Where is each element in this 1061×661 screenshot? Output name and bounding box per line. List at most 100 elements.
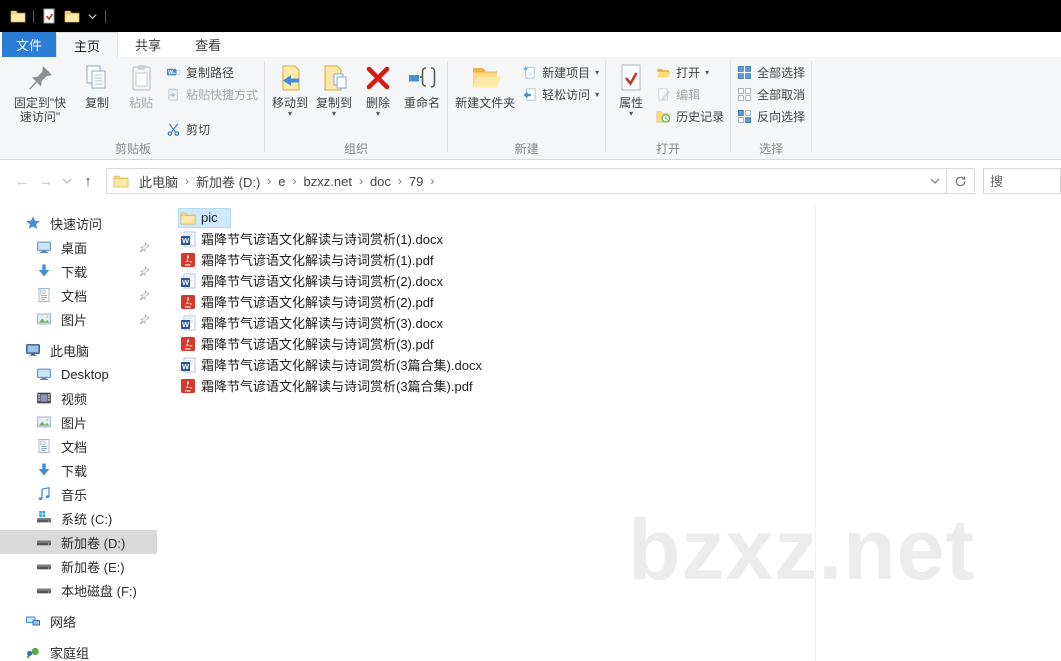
- search-input[interactable]: [983, 168, 1061, 194]
- new-item-button[interactable]: 新建项目 ▾: [522, 64, 599, 81]
- address-dropdown-chevron-icon[interactable]: [928, 175, 942, 187]
- system-drive-icon: [36, 510, 52, 526]
- invert-selection-button[interactable]: 反向选择: [737, 108, 805, 125]
- cut-button[interactable]: 剪切: [166, 121, 258, 138]
- downloads-icon: [36, 462, 52, 478]
- file-row[interactable]: W 霜降节气谚语文化解读与诗词赏析(3篇合集).docx: [178, 354, 1061, 375]
- select-none-button[interactable]: 全部取消: [737, 86, 805, 103]
- back-icon[interactable]: ←: [10, 173, 34, 190]
- sidebar-item[interactable]: 音乐: [0, 482, 157, 506]
- sidebar-item[interactable]: 新加卷 (D:): [0, 530, 157, 554]
- new-folder-button[interactable]: 新建文件夹: [451, 58, 519, 110]
- breadcrumb-item[interactable]: 79: [405, 174, 427, 189]
- rename-button[interactable]: 重命名: [400, 58, 444, 110]
- folder-icon[interactable]: [64, 8, 80, 24]
- dropdown-caret-icon: ▾: [288, 109, 293, 118]
- file-row[interactable]: W 霜降节气谚语文化解读与诗词赏析(3).docx: [178, 312, 1061, 333]
- forward-icon[interactable]: →: [34, 173, 58, 190]
- ribbon-small-stack: 全部选择全部取消反向选择: [734, 58, 808, 125]
- svg-text:W: W: [182, 277, 190, 286]
- breadcrumb-separator-icon[interactable]: ›: [395, 174, 405, 188]
- tab-2[interactable]: 查看: [178, 32, 238, 57]
- breadcrumb[interactable]: 此电脑 › 新加卷 (D:) › e › bzxz.net › doc › 79 ›: [106, 168, 947, 194]
- sidebar-item[interactable]: 网络: [0, 609, 157, 633]
- file-row[interactable]: W 霜降节气谚语文化解读与诗词赏析(2).docx: [178, 270, 1061, 291]
- sidebar-item[interactable]: 视频: [0, 386, 157, 410]
- sidebar-item[interactable]: 下载: [0, 259, 157, 283]
- breadcrumb-separator-icon[interactable]: ›: [264, 174, 274, 188]
- folder-icon[interactable]: [10, 8, 26, 24]
- file-menu-button[interactable]: 文件: [2, 32, 56, 57]
- paste-button[interactable]: 粘贴: [119, 58, 163, 110]
- sidebar-item-label: 图片: [61, 312, 88, 328]
- copy-to-icon: [318, 62, 350, 94]
- move-to-button[interactable]: 移动到 ▾: [268, 58, 312, 118]
- tab-0[interactable]: 主页: [56, 32, 119, 57]
- file-row[interactable]: PDF 霜降节气谚语文化解读与诗词赏析(3篇合集).pdf: [178, 375, 1061, 396]
- file-row[interactable]: W 霜降节气谚语文化解读与诗词赏析(1).docx: [178, 228, 1061, 249]
- pin-large-button[interactable]: 固定到"快速访问": [5, 58, 75, 124]
- edit-button[interactable]: 编辑: [656, 86, 724, 103]
- paste-icon: [125, 62, 157, 94]
- properties-button[interactable]: 属性 ▾: [609, 58, 653, 118]
- sidebar-item[interactable]: 文档: [0, 434, 157, 458]
- paste-shortcut-button[interactable]: 粘贴快捷方式: [166, 86, 258, 103]
- sidebar-item[interactable]: 家庭组: [0, 640, 157, 661]
- sidebar-item[interactable]: 快速访问: [0, 211, 157, 235]
- breadcrumb-separator-icon[interactable]: ›: [427, 174, 437, 188]
- properties-icon: [615, 62, 647, 94]
- file-row[interactable]: PDF 霜降节气谚语文化解读与诗词赏析(3).pdf: [178, 333, 1061, 354]
- sidebar-item-label: 本地磁盘 (F:): [61, 583, 137, 599]
- ribbon-group: 移动到 ▾ 复制到 ▾ 删除 ▾ 重命名 组织: [265, 57, 447, 159]
- sidebar-item[interactable]: 文档: [0, 283, 157, 307]
- breadcrumb-separator-icon[interactable]: ›: [182, 174, 192, 188]
- refresh-button[interactable]: [947, 168, 975, 194]
- breadcrumb-separator-icon[interactable]: ›: [356, 174, 366, 188]
- delete-button[interactable]: 删除 ▾: [356, 58, 400, 118]
- file-row[interactable]: pic: [178, 207, 1061, 228]
- chevron-down-icon[interactable]: [87, 11, 98, 22]
- downloads-icon: [36, 263, 52, 279]
- button-label: 移动到: [272, 96, 309, 110]
- select-all-button[interactable]: 全部选择: [737, 64, 805, 81]
- sidebar-item[interactable]: Desktop: [0, 362, 157, 386]
- breadcrumb-item[interactable]: 此电脑: [135, 172, 182, 191]
- tab-1[interactable]: 共享: [118, 32, 178, 57]
- rename-icon: [406, 62, 438, 94]
- copy-path-button[interactable]: W 复制路径: [166, 64, 258, 81]
- file-row[interactable]: PDF 霜降节气谚语文化解读与诗词赏析(2).pdf: [178, 291, 1061, 312]
- sidebar-item[interactable]: 图片: [0, 307, 157, 331]
- copy-button[interactable]: 复制: [75, 58, 119, 110]
- ribbon-group: 新建文件夹 新建项目 ▾ 轻松访问 ▾ 新建: [448, 57, 605, 159]
- sidebar-item[interactable]: 系统 (C:): [0, 506, 157, 530]
- sidebar-item[interactable]: 本地磁盘 (F:): [0, 578, 157, 602]
- easy-access-button[interactable]: 轻松访问 ▾: [522, 86, 599, 103]
- breadcrumb-separator-icon[interactable]: ›: [290, 174, 300, 188]
- videos-icon: [36, 390, 52, 406]
- breadcrumb-item[interactable]: doc: [366, 174, 395, 189]
- sidebar-item[interactable]: 此电脑: [0, 338, 157, 362]
- sidebar-item[interactable]: 新加卷 (E:): [0, 554, 157, 578]
- pin-icon: [139, 289, 150, 301]
- pin-large-icon: [24, 62, 56, 94]
- properties-qat-icon[interactable]: [41, 8, 57, 24]
- breadcrumb-item[interactable]: bzxz.net: [300, 174, 356, 189]
- svg-text:W: W: [182, 235, 190, 244]
- sidebar-item[interactable]: 下载: [0, 458, 157, 482]
- dropdown-caret-icon: ▾: [595, 68, 600, 77]
- sidebar-item-label: 图片: [61, 415, 88, 431]
- file-row[interactable]: PDF 霜降节气谚语文化解读与诗词赏析(1).pdf: [178, 249, 1061, 270]
- sidebar-item-label: 新加卷 (E:): [61, 559, 125, 575]
- open-button[interactable]: 打开 ▾: [656, 64, 724, 81]
- navigation-pane: 快速访问 桌面 下载 文档 图片 此电脑 Desktop 视频 图片 文档 下载 音乐 系统 (C:) 新…: [0, 202, 157, 661]
- recent-locations-chevron-icon[interactable]: [60, 176, 74, 186]
- sidebar-item[interactable]: 图片: [0, 410, 157, 434]
- up-icon[interactable]: ↑: [76, 173, 100, 190]
- breadcrumb-item[interactable]: 新加卷 (D:): [192, 172, 264, 191]
- button-label: 复制到: [316, 96, 353, 110]
- copy-to-button[interactable]: 复制到 ▾: [312, 58, 356, 118]
- sidebar-item[interactable]: 桌面: [0, 235, 157, 259]
- history-button[interactable]: 历史记录: [656, 108, 724, 125]
- breadcrumb-item[interactable]: e: [274, 174, 289, 189]
- button-label: 复制: [84, 96, 109, 110]
